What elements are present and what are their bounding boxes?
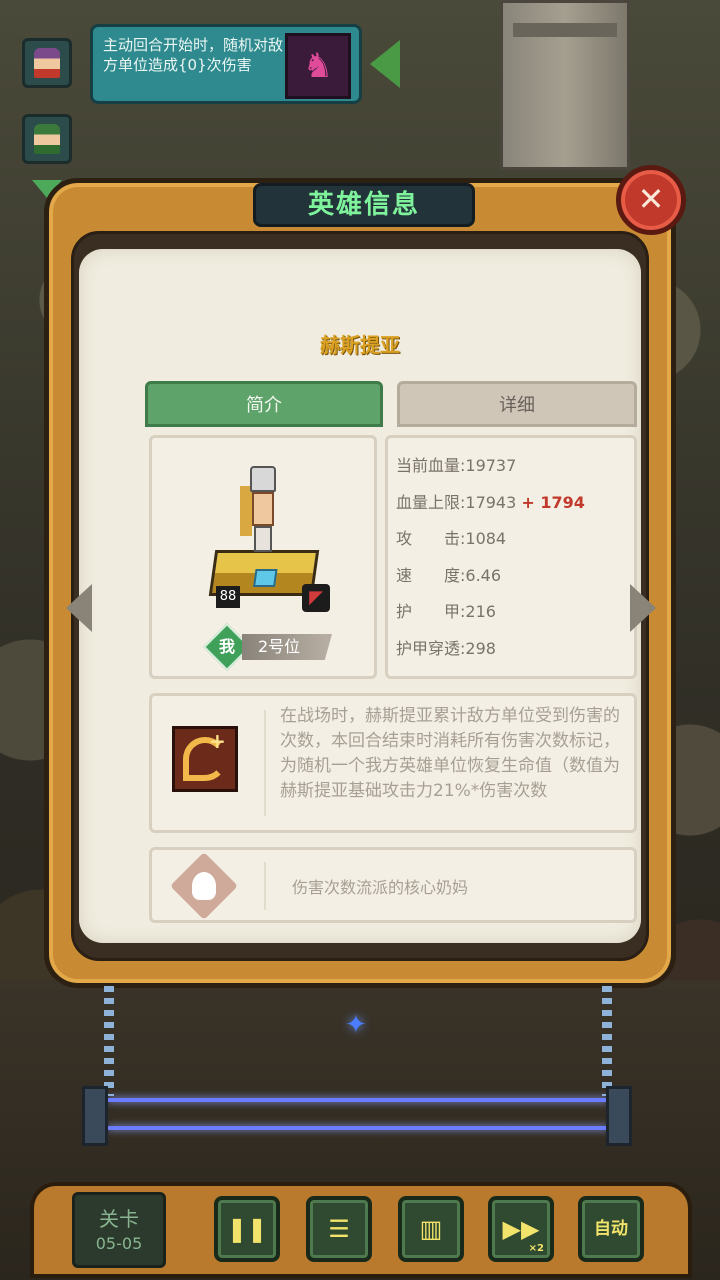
- stat-max-hp-bonus: + 1794: [521, 492, 585, 512]
- stage-value: 05-05: [95, 1234, 143, 1253]
- prev-hero-arrow-icon[interactable]: [66, 584, 92, 632]
- stat-max-hp: 血量上限:17943 + 1794: [396, 485, 634, 522]
- tab-detail[interactable]: 详细: [397, 381, 637, 427]
- speed-multiplier: ×2: [528, 1243, 544, 1254]
- stand-leg-right: [602, 986, 612, 1096]
- formation-button[interactable]: ☰: [306, 1196, 372, 1262]
- stat-armor: 护 甲:216: [396, 602, 496, 621]
- lightbulb-icon: [192, 872, 216, 900]
- pause-button[interactable]: ❚❚: [214, 1196, 280, 1262]
- skill-trigger-text: 主动回合开始时，随机对敌方单位造成{0}次伤害: [103, 36, 284, 74]
- hero-stats-box: 当前血量:19737 血量上限:17943 + 1794 攻 击:1084 速 …: [385, 435, 637, 679]
- hero-position: 2号位: [242, 634, 332, 660]
- rabbit-skill-icon: ♞: [285, 33, 351, 99]
- laser-emitter-right: [606, 1086, 632, 1146]
- tab-intro[interactable]: 简介: [145, 381, 383, 427]
- divider: [264, 862, 266, 910]
- fast-forward-icon: ▶▶: [502, 1215, 540, 1243]
- formation-icon: ☰: [328, 1215, 350, 1243]
- skill-box[interactable]: + 在战场时，赫斯提亚累计敌方单位受到伤害的次数，本回合结束时消耗所有伤害次数标…: [149, 693, 637, 833]
- hero-helmet: [250, 466, 276, 492]
- stage-indicator: 关卡 05-05: [72, 1192, 166, 1268]
- tip-text: 伤害次数流派的核心奶妈: [292, 878, 469, 897]
- laser-emitter-left: [82, 1086, 108, 1146]
- stat-current-hp: 当前血量:19737: [396, 456, 517, 475]
- stat-speed: 速 度:6.46: [396, 565, 502, 585]
- bar-chart-icon: ▥: [419, 1215, 443, 1243]
- me-badge-label: 我: [218, 637, 235, 656]
- hero-legs: [254, 526, 272, 552]
- stat-attack: 攻 击:1084: [396, 529, 507, 548]
- speed-button[interactable]: ▶▶ ×2: [488, 1196, 554, 1262]
- skill-trigger-banner: 主动回合开始时，随机对敌方单位造成{0}次伤害 ♞: [90, 24, 362, 104]
- auto-button[interactable]: 自动: [578, 1196, 644, 1262]
- hero-portrait-2[interactable]: [22, 114, 72, 164]
- pedestal-gem: [253, 569, 278, 587]
- hero-portrait-1[interactable]: [22, 38, 72, 88]
- faction-icon: ◤: [302, 584, 330, 612]
- divider: [264, 710, 266, 816]
- close-button[interactable]: ✕: [616, 165, 686, 235]
- hero-info-panel: 英雄信息 赫斯提亚 简介 详细 88 ◤ 我 2号位 当前血量:19737 血量…: [44, 178, 676, 988]
- tip-box: 伤害次数流派的核心奶妈: [149, 847, 637, 923]
- stat-armor-pen: 护甲穿透:298: [396, 638, 496, 658]
- hero-name: 赫斯提亚: [320, 333, 400, 357]
- hero-sprite: [240, 466, 282, 556]
- stage-label: 关卡: [99, 1207, 139, 1231]
- laser-beam: [108, 1126, 608, 1130]
- hero-avatar-box: 88 ◤ 我 2号位: [149, 435, 377, 679]
- panel-title: 英雄信息: [253, 183, 475, 227]
- pause-icon: ❚❚: [226, 1215, 268, 1243]
- collapse-banner-arrow-icon[interactable]: [370, 40, 400, 88]
- ruin-tower: [500, 0, 630, 170]
- hero-body: [252, 492, 274, 526]
- hero-hair: [240, 486, 252, 536]
- stat-max-hp-value: 血量上限:17943: [396, 492, 517, 512]
- stand-leg-left: [104, 986, 114, 1096]
- panel-content: 赫斯提亚 简介 详细 88 ◤ 我 2号位 当前血量:19737 血量上限:17…: [79, 249, 641, 943]
- hero-level: 88: [216, 586, 240, 608]
- portrait-face: [34, 124, 60, 154]
- skill-description: 在战场时，赫斯提亚累计敌方单位受到伤害的次数，本回合结束时消耗所有伤害次数标记，…: [280, 706, 620, 801]
- sparkle-icon: ✦: [345, 1010, 367, 1040]
- skill-icon-plus: +: [209, 729, 226, 753]
- stats-button[interactable]: ▥: [398, 1196, 464, 1262]
- heal-skill-icon[interactable]: +: [172, 726, 238, 792]
- portrait-face: [34, 48, 60, 78]
- laser-beam: [108, 1098, 608, 1102]
- next-hero-arrow-icon[interactable]: [630, 584, 656, 632]
